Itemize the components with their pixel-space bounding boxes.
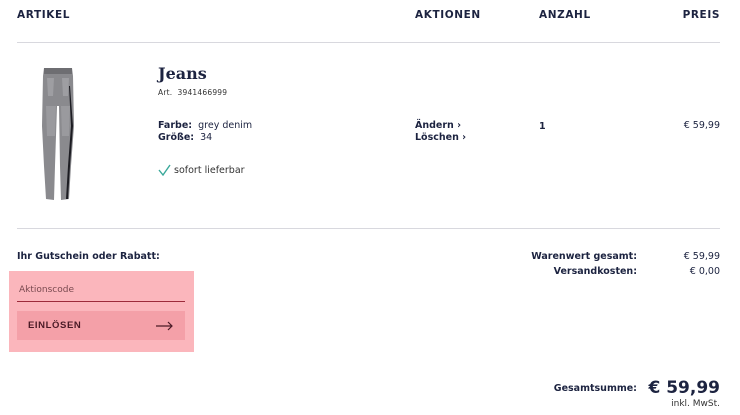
delete-item-link[interactable]: Löschen › [415, 132, 466, 143]
column-header-price: PREIS [682, 9, 720, 21]
size-label: Größe: [158, 132, 195, 143]
item-price: € 59,99 [683, 120, 720, 131]
column-header-article: ARTIKEL [17, 9, 71, 21]
vat-note: inkl. MwSt. [671, 399, 720, 409]
color-label: Farbe: [158, 120, 193, 131]
availability-status: sofort lieferbar [158, 164, 245, 176]
article-label: Art. [158, 88, 173, 97]
color-value: grey denim [198, 120, 253, 131]
voucher-code-input[interactable] [17, 279, 185, 302]
goods-total-label: Warenwert gesamt: [531, 251, 637, 262]
redeem-button[interactable]: EINLÖSEN [17, 311, 185, 340]
redeem-label: EINLÖSEN [28, 320, 82, 331]
grand-total-value: € 59,99 [648, 378, 720, 398]
header-divider [17, 42, 720, 43]
article-number: Art. 3941466999 [158, 88, 227, 97]
jeans-image [42, 68, 74, 200]
size-value: 34 [200, 132, 213, 143]
shipping-label: Versandkosten: [553, 266, 637, 277]
goods-total-value: € 59,99 [683, 251, 720, 262]
change-label: Ändern [415, 120, 454, 131]
change-item-link[interactable]: Ändern › [415, 120, 461, 131]
chevron-right-icon: › [457, 120, 462, 131]
product-name[interactable]: Jeans [158, 64, 207, 83]
size-attribute: Größe: 34 [158, 132, 212, 143]
availability-text: sofort lieferbar [174, 164, 245, 176]
voucher-label: Ihr Gutschein oder Rabatt: [17, 251, 160, 262]
item-divider [17, 228, 720, 229]
column-header-quantity: ANZAHL [539, 9, 591, 21]
chevron-right-icon: › [462, 132, 467, 143]
check-icon [158, 164, 171, 176]
product-image[interactable] [38, 66, 78, 202]
article-number-value: 3941466999 [177, 88, 228, 97]
column-header-actions: AKTIONEN [415, 9, 481, 21]
arrow-right-icon [156, 321, 173, 330]
item-quantity[interactable]: 1 [539, 121, 546, 132]
delete-label: Löschen [415, 132, 459, 143]
shipping-value: € 0,00 [689, 266, 720, 277]
color-attribute: Farbe: grey denim [158, 120, 252, 131]
